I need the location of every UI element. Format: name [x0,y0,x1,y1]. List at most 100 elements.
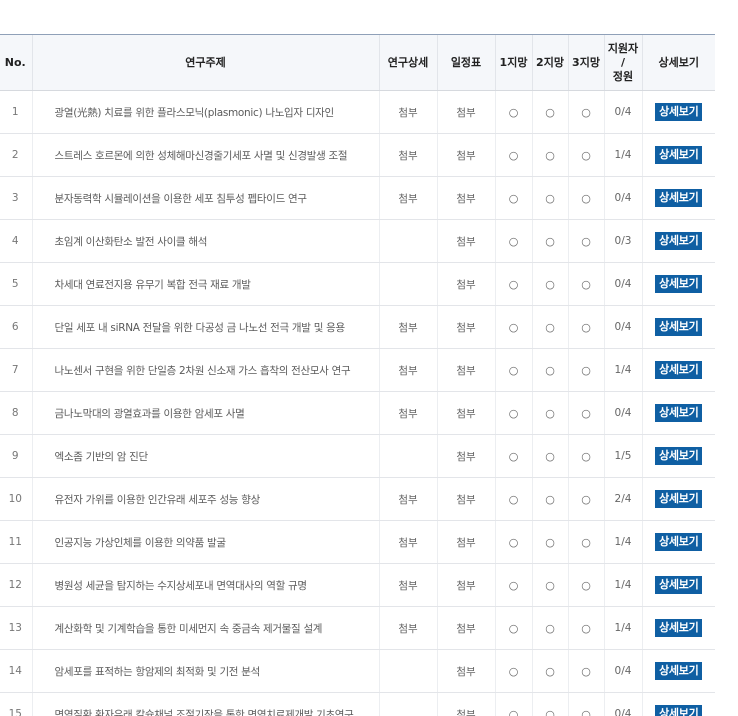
schedule-attachment: 첨부 [456,278,476,291]
view-detail-cell: 상세보기 [641,649,715,693]
choice1-mark-cell: ○ [494,133,532,177]
applicant-ratio: 0/4 [614,407,632,419]
row-number-cell: 10 [0,477,32,521]
view-detail-button[interactable]: 상세보기 [655,232,703,250]
choice1-mark-cell: ○ [494,348,532,392]
applicant-ratio: 1/4 [614,149,632,161]
research-topic: 암세포를 표적하는 항암제의 최적화 및 기전 분석 [54,665,261,678]
view-detail-button[interactable]: 상세보기 [655,404,703,422]
choice3-mark-cell: ○ [567,606,604,650]
research-topics-table: No. 연구주제 연구상세 일정표 1지망 2지망 3지망 지원자 / 정원 상세… [0,34,715,716]
view-detail-cell: 상세보기 [641,90,715,134]
research-detail-attachment: 첨부 [398,407,418,420]
choice2-mark-cell: ○ [531,262,568,306]
research-topic: 인공지능 가상인체를 이용한 의약품 발굴 [54,536,227,549]
view-detail-button[interactable]: 상세보기 [655,103,703,121]
research-detail-attachment-cell: 첨부 [378,133,437,177]
schedule-attachment: 첨부 [456,364,476,377]
research-topic-cell: 금나노막대의 광열효과를 이용한 암세포 사멸 [31,391,379,435]
research-topic-cell: 초임계 이산화탄소 발전 사이클 해석 [31,219,379,263]
choice3-mark: ○ [581,191,591,205]
choice1-mark: ○ [508,105,519,119]
research-topic-cell: 계산화학 및 기계학습을 통한 미세먼지 속 중금속 제거물질 설계 [31,606,379,650]
research-detail-attachment: 첨부 [398,321,418,334]
choice2-mark-cell: ○ [531,520,568,564]
choice3-mark-cell: ○ [567,520,604,564]
research-detail-attachment: 첨부 [398,106,418,119]
applicant-ratio: 0/4 [614,665,632,677]
choice3-mark-cell: ○ [567,90,604,134]
research-detail-attachment-cell: 첨부 [378,563,437,607]
choice2-mark-cell: ○ [531,348,568,392]
table-row: 7 나노센서 구현을 위한 단일층 2차원 신소재 가스 흡착의 전산모사 연구 첨… [0,348,715,392]
view-detail-cell: 상세보기 [641,133,715,177]
view-detail-cell: 상세보기 [641,305,715,349]
schedule-attachment: 첨부 [456,708,476,716]
choice3-mark: ○ [581,105,591,119]
view-detail-button[interactable]: 상세보기 [655,576,703,594]
view-detail-cell: 상세보기 [641,434,715,478]
header-view: 상세보기 [641,34,715,91]
header-schedule: 일정표 [436,34,495,91]
applicant-ratio-cell: 0/3 [603,219,642,263]
view-detail-button[interactable]: 상세보기 [655,318,703,336]
view-detail-button[interactable]: 상세보기 [655,662,703,680]
research-detail-attachment: 첨부 [398,149,418,162]
research-topic-cell: 단일 세포 내 siRNA 전달을 위한 다공성 금 나노선 전극 개발 및 응… [31,305,379,349]
row-number: 13 [8,622,22,634]
applicant-ratio: 0/4 [614,278,632,290]
research-detail-attachment-cell: 첨부 [378,606,437,650]
view-detail-button[interactable]: 상세보기 [655,189,703,207]
row-number: 4 [11,235,19,247]
research-detail-attachment: 첨부 [398,579,418,592]
choice3-mark: ○ [581,707,591,716]
choice1-mark-cell: ○ [494,692,532,716]
table-row: 4 초임계 이산화탄소 발전 사이클 해석 첨부 ○ ○ ○ 0/3 상세보기 [0,219,715,263]
research-topic: 엑소좀 기반의 암 진단 [54,450,149,463]
choice1-mark-cell: ○ [494,434,532,478]
choice1-mark: ○ [508,191,519,205]
row-number-cell: 9 [0,434,32,478]
applicant-ratio-cell: 1/4 [603,520,642,564]
row-number: 9 [11,450,19,462]
choice3-mark: ○ [581,148,591,162]
choice1-mark-cell: ○ [494,520,532,564]
schedule-attachment: 첨부 [456,106,476,119]
choice1-mark: ○ [508,449,519,463]
research-topic: 면역질환 환자유래 칼슘채널 조절기작을 통한 면역치료제개발 기초연구 [54,708,354,716]
choice3-mark-cell: ○ [567,649,604,693]
choice2-mark-cell: ○ [531,305,568,349]
row-number: 5 [11,278,19,290]
choice1-mark: ○ [508,664,519,678]
applicant-ratio-cell: 0/4 [603,692,642,716]
row-number-cell: 2 [0,133,32,177]
research-topic-cell: 엑소좀 기반의 암 진단 [31,434,379,478]
choice1-mark: ○ [508,492,519,506]
choice2-mark-cell: ○ [531,563,568,607]
schedule-attachment-cell: 첨부 [436,692,495,716]
view-detail-button[interactable]: 상세보기 [655,705,703,716]
choice2-mark: ○ [545,578,555,592]
view-detail-button[interactable]: 상세보기 [655,361,703,379]
applicant-ratio: 1/4 [614,536,632,548]
table-row: 14 암세포를 표적하는 항암제의 최적화 및 기전 분석 첨부 ○ ○ ○ 0/4 상세보기 [0,649,715,693]
view-detail-button[interactable]: 상세보기 [655,533,703,551]
view-detail-button[interactable]: 상세보기 [655,490,703,508]
table-row: 12 병원성 세균을 탐지하는 수지상세포내 면역대사의 역할 규명 첨부 첨부 ○ ○ ○… [0,563,715,607]
table-row: 3 분자동력학 시뮬레이션을 이용한 세포 침투성 펩타이드 연구 첨부 첨부 ○ ○ ○ 0… [0,176,715,220]
applicant-ratio: 1/4 [614,622,632,634]
header-choice1: 1지망 [494,34,532,91]
table-row: 1 광열(光熱) 치료를 위한 플라스모닉(plasmonic) 나노입자 디자인… [0,90,715,134]
schedule-attachment-cell: 첨부 [436,563,495,607]
view-detail-button[interactable]: 상세보기 [655,275,703,293]
research-topic: 단일 세포 내 siRNA 전달을 위한 다공성 금 나노선 전극 개발 및 응… [54,321,346,334]
header-row: No. 연구주제 연구상세 일정표 1지망 2지망 3지망 지원자 / 정원 상세… [0,34,715,91]
view-detail-button[interactable]: 상세보기 [655,447,703,465]
table-row: 2 스트레스 호르몬에 의한 성체해마신경줄기세포 사멸 및 신경발생 조절 첨부 첨… [0,133,715,177]
choice1-mark: ○ [508,578,519,592]
view-detail-button[interactable]: 상세보기 [655,146,703,164]
choice2-mark-cell: ○ [531,133,568,177]
view-detail-button[interactable]: 상세보기 [655,619,703,637]
choice1-mark: ○ [508,320,519,334]
choice1-mark-cell: ○ [494,176,532,220]
